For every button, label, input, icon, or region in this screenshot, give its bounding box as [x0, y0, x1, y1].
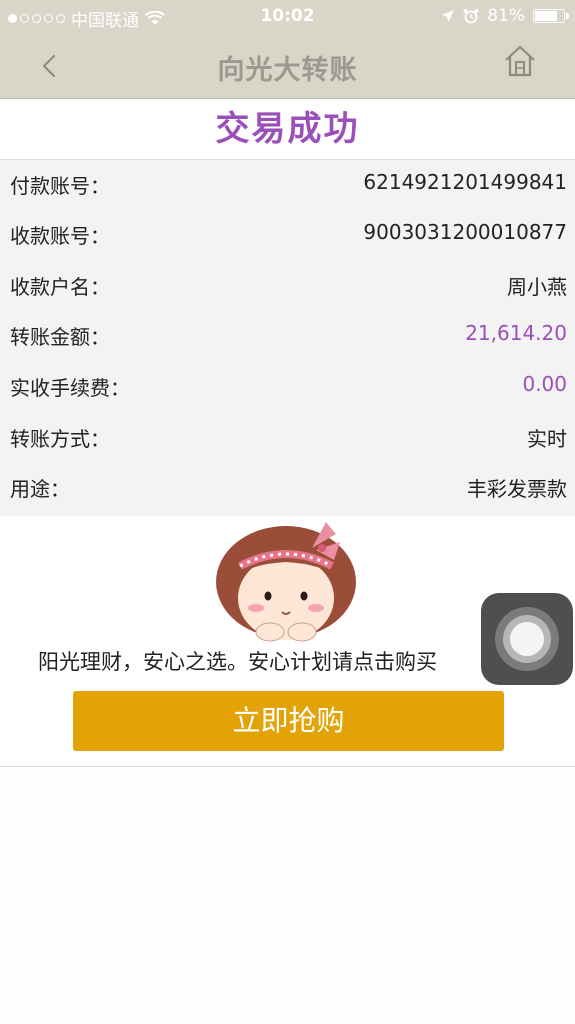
detail-label: 实收手续费：: [10, 376, 130, 400]
detail-label: 转账金额：: [10, 325, 110, 349]
location-arrow-icon: [442, 10, 455, 22]
detail-row-payer-account: 付款账号： 6214921201499841: [0, 160, 575, 210]
navigation-bar: 向光大转账: [0, 34, 575, 99]
alarm-icon: [463, 9, 479, 24]
battery-icon: [533, 9, 569, 23]
detail-row-method: 转账方式： 实时: [0, 413, 575, 463]
detail-row-payee-name: 收款户名： 周小燕: [0, 261, 575, 311]
detail-value-amount: 21,614.20: [465, 321, 567, 345]
detail-value: 丰彩发票款: [467, 477, 567, 501]
girl-mascot-image: [216, 522, 356, 642]
status-right-group: 81%: [441, 6, 569, 26]
promo-text: 阳光理财，安心之选。安心计划请点击购买: [38, 650, 437, 674]
detail-value-fee: 0.00: [522, 372, 567, 396]
assistive-touch-button[interactable]: [481, 593, 573, 685]
status-bar: 中国联通 10:02 81%: [0, 0, 575, 34]
detail-value: 实时: [527, 427, 567, 451]
detail-row-fee: 实收手续费： 0.00: [0, 362, 575, 412]
transaction-success-title: 交易成功: [0, 99, 575, 159]
home-icon[interactable]: [503, 44, 537, 78]
detail-label: 付款账号：: [10, 174, 110, 198]
detail-label: 收款户名：: [10, 275, 110, 299]
detail-row-payee-account: 收款账号： 9003031200010877: [0, 210, 575, 260]
detail-value: 周小燕: [507, 275, 567, 299]
transfer-details: 付款账号： 6214921201499841 收款账号： 90030312000…: [0, 159, 575, 517]
buy-now-button[interactable]: 立即抢购: [73, 691, 504, 751]
detail-row-purpose: 用途： 丰彩发票款: [0, 463, 575, 513]
page-title: 向光大转账: [217, 55, 358, 86]
assistive-touch-center: [510, 622, 544, 656]
detail-value: 9003031200010877: [363, 220, 567, 244]
battery-percent: 81%: [487, 6, 525, 26]
detail-label: 收款账号：: [10, 224, 110, 248]
detail-label: 用途：: [10, 477, 70, 501]
detail-label: 转账方式：: [10, 427, 110, 451]
detail-row-amount: 转账金额： 21,614.20: [0, 311, 575, 361]
detail-value: 6214921201499841: [363, 170, 567, 194]
